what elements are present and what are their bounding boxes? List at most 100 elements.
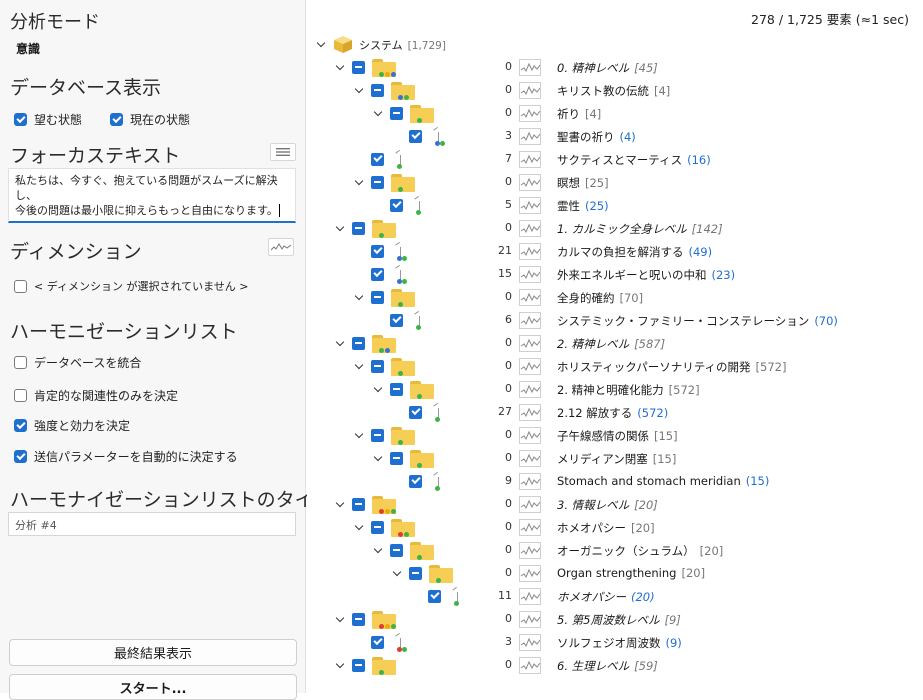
chevron-down-icon[interactable] (315, 37, 327, 51)
tree-row[interactable]: 0 瞑想 [25] (307, 171, 923, 194)
chevron-down-icon[interactable] (353, 428, 365, 442)
tree-checkbox[interactable] (352, 61, 365, 74)
chevron-down-icon[interactable] (334, 658, 346, 672)
waveform-button[interactable] (519, 565, 541, 582)
tree-row[interactable]: 0 0. 精神レベル [45] (307, 56, 923, 79)
waveform-button[interactable] (519, 381, 541, 398)
chevron-down-icon[interactable] (334, 221, 346, 235)
chevron-down-icon[interactable] (334, 612, 346, 626)
tree-row[interactable]: 0 メリディアン閉塞 [15] (307, 447, 923, 470)
tree-row[interactable]: 0 キリスト教の伝統 [4] (307, 79, 923, 102)
waveform-button[interactable] (519, 611, 541, 628)
tree-checkbox[interactable] (390, 452, 403, 465)
waveform-button[interactable] (519, 588, 541, 605)
tree-checkbox[interactable] (371, 360, 384, 373)
tree-row[interactable]: 6 システミック・ファミリー・コンステレーション (70) (307, 309, 923, 332)
chevron-down-icon[interactable] (372, 543, 384, 557)
tree-checkbox[interactable] (371, 521, 384, 534)
tree-row[interactable]: 0 2. 精神レベル [587] (307, 332, 923, 355)
chevron-down-icon[interactable] (353, 290, 365, 304)
database-tree[interactable]: システム [1,729] 0 0. 精神レベル [45] 0 キリスト教の伝統 [4] 0 … (307, 33, 923, 693)
tree-checkbox[interactable] (371, 636, 384, 649)
focus-text-input[interactable]: 私たちは、今すぐ、抱えている問題がスムーズに解決し、 今後の問題は最小限に抑えら… (8, 168, 296, 223)
tree-checkbox[interactable] (352, 337, 365, 350)
chevron-down-icon[interactable] (372, 382, 384, 396)
waveform-button[interactable] (519, 174, 541, 191)
tree-checkbox[interactable] (352, 659, 365, 672)
tree-row[interactable]: 0 2. 精神と明確化能力 [572] (307, 378, 923, 401)
tree-checkbox[interactable] (390, 199, 403, 212)
waveform-button[interactable] (519, 404, 541, 421)
waveform-button[interactable] (519, 634, 541, 651)
auto-params-checkbox[interactable]: 送信パラメーターを自動的に決定する (14, 448, 238, 465)
tree-checkbox[interactable] (390, 314, 403, 327)
tree-checkbox[interactable] (352, 222, 365, 235)
tree-row[interactable]: 5 霊性 (25) (307, 194, 923, 217)
chevron-down-icon[interactable] (334, 497, 346, 511)
tree-checkbox[interactable] (428, 590, 441, 603)
positive-only-checkbox[interactable]: 肯定的な関連性のみを決定 (14, 387, 178, 404)
waveform-button[interactable] (519, 243, 541, 260)
chevron-down-icon[interactable] (334, 60, 346, 74)
focus-text-menu-button[interactable] (270, 143, 296, 161)
list-title-input[interactable]: 分析 #4 (8, 512, 296, 536)
waveform-button[interactable] (519, 427, 541, 444)
waveform-button[interactable] (519, 151, 541, 168)
show-results-button[interactable]: 最終結果表示 (9, 639, 297, 666)
chevron-down-icon[interactable] (353, 175, 365, 189)
tree-checkbox[interactable] (371, 176, 384, 189)
waveform-button[interactable] (519, 59, 541, 76)
chevron-down-icon[interactable] (353, 83, 365, 97)
tree-row[interactable]: 0 全身的確約 [70] (307, 286, 923, 309)
tree-row[interactable]: 15 外来エネルギーと呪いの中和 (23) (307, 263, 923, 286)
waveform-button[interactable] (519, 496, 541, 513)
tree-checkbox[interactable] (409, 475, 422, 488)
tree-row[interactable]: 27 2.12 解放する (572) (307, 401, 923, 424)
desired-state-checkbox[interactable]: 望む状態 (14, 111, 82, 128)
tree-checkbox[interactable] (409, 406, 422, 419)
chevron-down-icon[interactable] (372, 451, 384, 465)
tree-row[interactable]: 0 祈り [4] (307, 102, 923, 125)
start-button[interactable]: スタート... (9, 674, 297, 700)
tree-checkbox[interactable] (390, 107, 403, 120)
waveform-button[interactable] (519, 450, 541, 467)
dimension-checkbox[interactable]: < ディメンション が選択されていません > (14, 278, 249, 294)
tree-row[interactable]: システム [1,729] (307, 33, 923, 56)
current-state-checkbox[interactable]: 現在の状態 (110, 111, 190, 128)
tree-row[interactable]: 0 6. 生理レベル [59] (307, 654, 923, 677)
waveform-button[interactable] (519, 82, 541, 99)
tree-checkbox[interactable] (409, 130, 422, 143)
waveform-button[interactable] (519, 266, 541, 283)
tree-checkbox[interactable] (390, 383, 403, 396)
tree-row[interactable]: 9 Stomach and stomach meridian (15) (307, 470, 923, 493)
waveform-button[interactable] (519, 358, 541, 375)
tree-row[interactable]: 0 ホリスティックパーソナリティの開発 [572] (307, 355, 923, 378)
waveform-button[interactable] (519, 657, 541, 674)
dimension-wave-button[interactable] (268, 238, 294, 256)
tree-row[interactable]: 0 3. 情報レベル [20] (307, 493, 923, 516)
integrate-db-checkbox[interactable]: データベースを統合 (14, 354, 141, 371)
chevron-down-icon[interactable] (391, 566, 403, 580)
waveform-button[interactable] (519, 289, 541, 306)
waveform-button[interactable] (519, 197, 541, 214)
tree-checkbox[interactable] (371, 268, 384, 281)
tree-checkbox[interactable] (390, 544, 403, 557)
waveform-button[interactable] (519, 128, 541, 145)
tree-row[interactable]: 21 カルマの負担を解消する (49) (307, 240, 923, 263)
tree-row[interactable]: 3 ソルフェジオ周波数 (9) (307, 631, 923, 654)
tree-row[interactable]: 0 ホメオパシー [20] (307, 516, 923, 539)
chevron-down-icon[interactable] (353, 520, 365, 534)
tree-row[interactable]: 3 聖書の祈り (4) (307, 125, 923, 148)
waveform-button[interactable] (519, 519, 541, 536)
tree-row[interactable]: 0 子午線感情の関係 [15] (307, 424, 923, 447)
tree-checkbox[interactable] (352, 613, 365, 626)
chevron-down-icon[interactable] (372, 106, 384, 120)
waveform-button[interactable] (519, 105, 541, 122)
tree-checkbox[interactable] (371, 429, 384, 442)
tree-row[interactable]: 0 5. 第5周波数レベル [9] (307, 608, 923, 631)
chevron-down-icon[interactable] (334, 336, 346, 350)
waveform-button[interactable] (519, 473, 541, 490)
tree-checkbox[interactable] (352, 498, 365, 511)
tree-checkbox[interactable] (371, 153, 384, 166)
tree-row[interactable]: 11 ホメオパシー (20) (307, 585, 923, 608)
